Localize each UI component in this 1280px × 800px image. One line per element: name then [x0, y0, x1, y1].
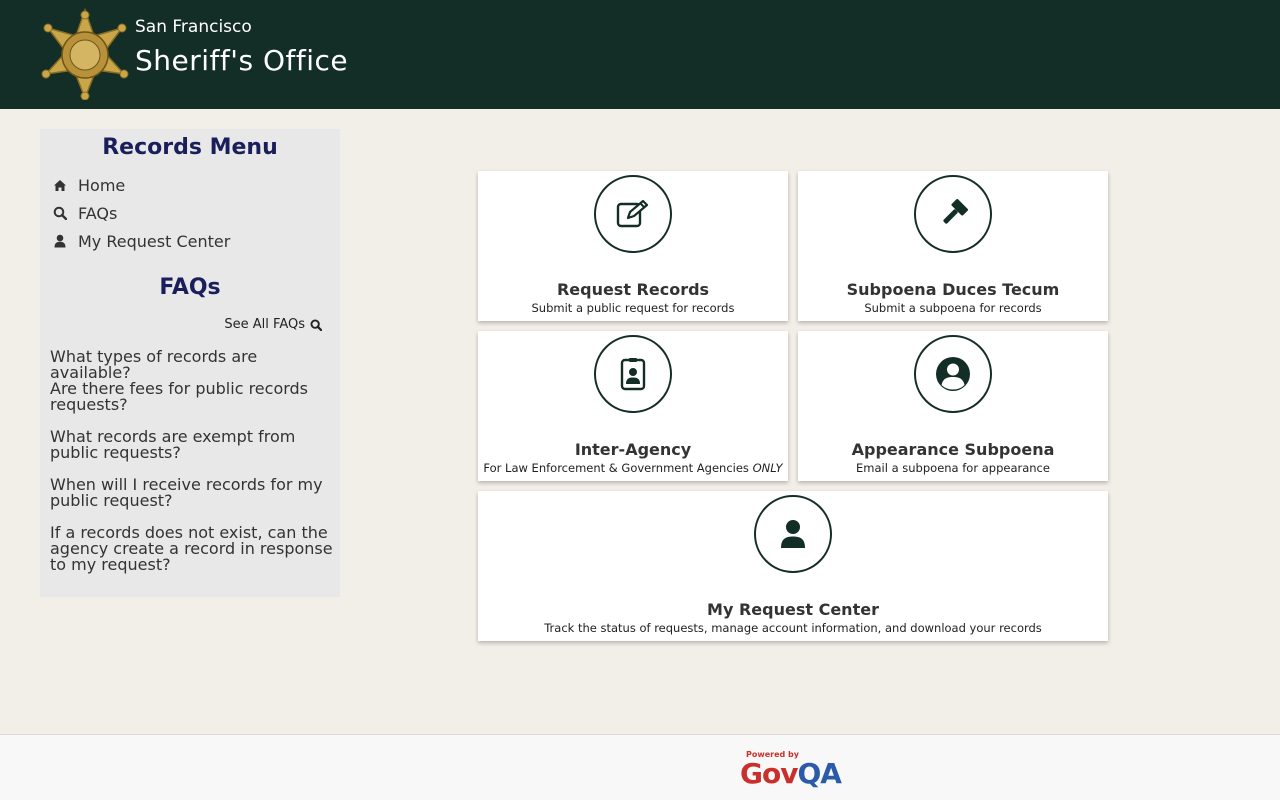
- govqa-logo-gov: Gov: [740, 757, 798, 790]
- faq-link[interactable]: Are there fees for public records reques…: [50, 381, 335, 413]
- header-title[interactable]: Sheriff's Office: [135, 44, 348, 77]
- user-icon: [754, 495, 832, 573]
- card-subtitle: For Law Enforcement & Government Agencie…: [478, 461, 788, 475]
- gavel-icon: [914, 175, 992, 253]
- card-title: Subpoena Duces Tecum: [846, 280, 1060, 299]
- subpoena-duces-tecum-card[interactable]: Subpoena Duces Tecum Submit a subpoena f…: [798, 171, 1108, 321]
- card-title: My Request Center: [707, 600, 879, 619]
- menu-item-label: Home: [78, 175, 126, 195]
- faqs-heading: FAQs: [159, 275, 221, 300]
- records-sidebar: Records Menu Home FAQs My Request Center…: [40, 129, 340, 597]
- search-icon: [310, 319, 322, 331]
- user-circle-icon: [914, 335, 992, 413]
- card-subtitle: Submit a public request for records: [531, 301, 735, 315]
- govqa-logo[interactable]: GovQA: [740, 757, 842, 790]
- site-footer: Powered by GovQA: [0, 734, 1280, 800]
- see-all-faqs-label: See All FAQs: [224, 317, 305, 332]
- sheriff-badge-logo[interactable]: [40, 8, 130, 100]
- card-title: Request Records: [556, 280, 710, 299]
- appearance-subpoena-card[interactable]: Appearance Subpoena Email a subpoena for…: [798, 331, 1108, 481]
- see-all-faqs-link[interactable]: See All FAQs: [224, 317, 322, 332]
- request-records-card[interactable]: Request Records Submit a public request …: [478, 171, 788, 321]
- card-subtitle: Track the status of requests, manage acc…: [544, 621, 1042, 635]
- inter-agency-card[interactable]: Inter-Agency For Law Enforcement & Gover…: [478, 331, 788, 481]
- card-subtitle: Email a subpoena for appearance: [856, 461, 1050, 475]
- card-subtitle: Submit a subpoena for records: [864, 301, 1042, 315]
- card-subtitle-emphasis: ONLY: [752, 461, 783, 475]
- header-city: San Francisco: [135, 17, 252, 37]
- govqa-logo-qa: QA: [797, 757, 841, 790]
- menu-item-label: FAQs: [78, 203, 118, 223]
- card-subtitle-text: For Law Enforcement & Government Agencie…: [483, 461, 749, 475]
- home-icon: [50, 177, 70, 193]
- records-menu-heading: Records Menu: [102, 135, 278, 160]
- menu-item-home[interactable]: Home: [50, 173, 125, 197]
- menu-item-label: My Request Center: [78, 231, 231, 251]
- card-title: Appearance Subpoena: [851, 440, 1055, 459]
- edit-icon: [594, 175, 672, 253]
- site-header: San Francisco Sheriff's Office: [0, 0, 1280, 109]
- menu-item-faqs[interactable]: FAQs: [50, 201, 117, 225]
- search-icon: [50, 205, 70, 221]
- user-icon: [50, 233, 70, 249]
- my-request-center-card[interactable]: My Request Center Track the status of re…: [478, 491, 1108, 641]
- faq-link[interactable]: When will I receive records for my publi…: [50, 477, 335, 509]
- faq-link[interactable]: What records are exempt from public requ…: [50, 429, 335, 461]
- card-title: Inter-Agency: [574, 440, 692, 459]
- menu-item-my-request-center[interactable]: My Request Center: [50, 229, 230, 253]
- id-badge-icon: [594, 335, 672, 413]
- faq-link[interactable]: If a records does not exist, can the age…: [50, 525, 335, 573]
- faq-link[interactable]: What types of records are available?: [50, 349, 335, 381]
